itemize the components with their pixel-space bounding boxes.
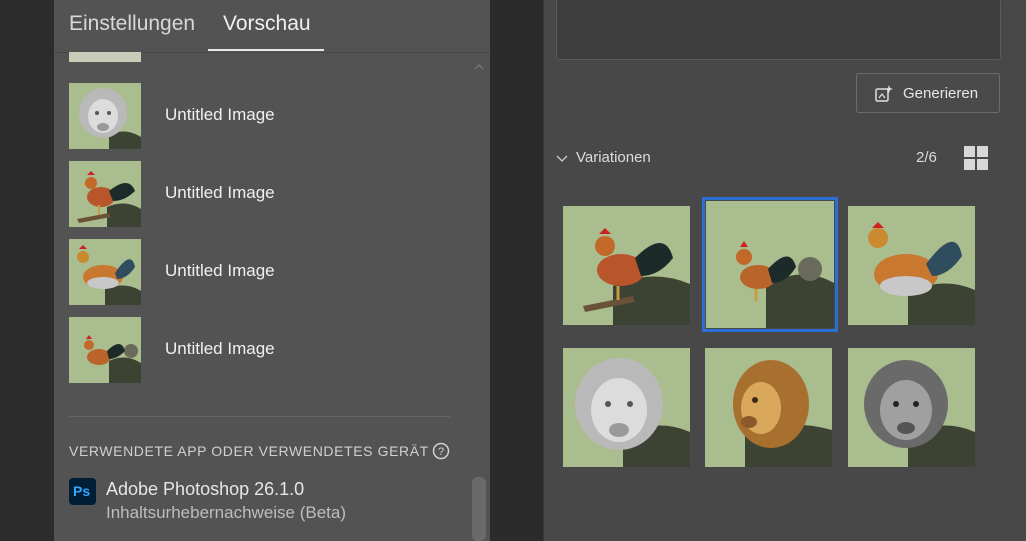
generate-sparkle-icon [874, 84, 894, 104]
scrollbar[interactable] [468, 52, 490, 541]
rooster-image [706, 201, 834, 328]
rooster-image [69, 161, 141, 227]
lion-sculpture-image [69, 83, 141, 149]
history-thumbnail [69, 83, 141, 149]
svg-text:?: ? [438, 446, 444, 458]
variations-count: 2/6 [916, 149, 937, 166]
rooster-image [69, 317, 141, 383]
history-item-label: Untitled Image [165, 105, 275, 124]
variation-thumbnail[interactable] [563, 206, 690, 325]
app-section-title: VERWENDETE APP ODER VERWENDETES GERÄT [69, 443, 429, 459]
generate-button[interactable]: Generieren [856, 73, 1000, 113]
variation-thumbnail[interactable] [705, 348, 832, 467]
variation-thumbnail[interactable] [848, 206, 975, 325]
history-item[interactable]: Untitled Image [69, 239, 399, 305]
history-thumbnail [69, 317, 141, 383]
properties-panel: Einstellungen Vorschau Untitled Image Un… [54, 0, 490, 541]
section-divider [69, 416, 450, 417]
chevron-down-icon[interactable] [556, 151, 568, 163]
lion-sculpture-image [563, 348, 690, 467]
active-tab-indicator [208, 49, 324, 51]
rooster-image [848, 206, 975, 325]
history-thumbnail-partial [69, 52, 141, 62]
photoshop-icon-text: Ps [73, 483, 91, 499]
scrollbar-thumb[interactable] [472, 477, 486, 541]
app-name: Adobe Photoshop 26.1.0 [106, 479, 305, 499]
variation-thumbnail-selected[interactable] [702, 197, 838, 332]
scroll-up-icon[interactable] [473, 60, 485, 72]
tab-bar: Einstellungen Vorschau [54, 0, 490, 53]
lion-image [705, 348, 832, 467]
variation-thumbnail[interactable] [563, 348, 690, 467]
help-icon[interactable]: ? [432, 442, 450, 460]
rooster-image [563, 206, 690, 325]
variations-title: Variationen [576, 149, 651, 166]
app-subtitle: Inhaltsurhebernachweise (Beta) [106, 503, 347, 522]
left-gutter [0, 0, 54, 541]
generate-button-label: Generieren [903, 85, 979, 102]
history-item-label: Untitled Image [165, 183, 275, 202]
panel-gap [490, 0, 543, 541]
lion-dark-image [848, 348, 975, 467]
tab-vorschau[interactable]: Vorschau [223, 12, 311, 36]
history-item-label: Untitled Image [165, 261, 275, 280]
history-thumbnail [69, 239, 141, 305]
rooster-image [69, 239, 141, 305]
history-thumbnail [69, 161, 141, 227]
tab-einstellungen[interactable]: Einstellungen [69, 12, 195, 36]
generation-panel: Generieren Variationen 2/6 [543, 0, 1026, 541]
photoshop-app-icon: Ps [69, 478, 96, 505]
grid-view-icon[interactable] [964, 146, 988, 170]
history-item[interactable]: Untitled Image [69, 161, 399, 227]
history-item[interactable]: Untitled Image [69, 83, 399, 149]
history-item-label: Untitled Image [165, 339, 275, 358]
prompt-input[interactable] [556, 0, 1001, 60]
variation-thumbnail[interactable] [848, 348, 975, 467]
history-item[interactable]: Untitled Image [69, 317, 399, 383]
